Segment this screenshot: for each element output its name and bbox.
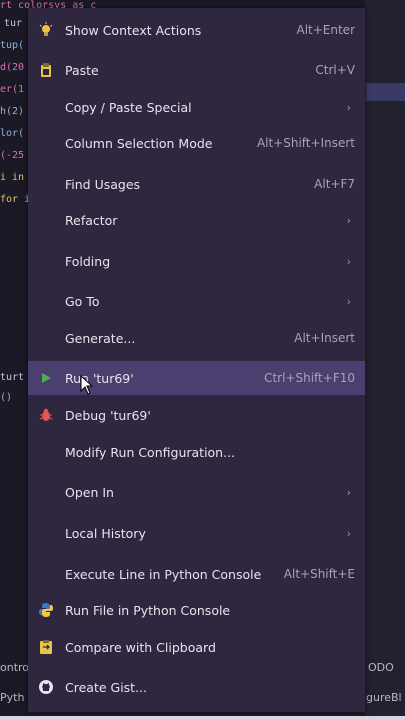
python-icon: [38, 602, 54, 618]
menu-item-create-gist[interactable]: Create Gist...: [28, 670, 365, 704]
menu-item-label: Paste: [65, 62, 99, 78]
menu-item-label: Run 'tur69': [65, 370, 134, 386]
menu-item-local-history[interactable]: Local History ›: [28, 516, 365, 550]
code-line[interactable]: er(1: [0, 84, 24, 95]
menu-item-label: Show Context Actions: [65, 22, 202, 38]
chevron-right-icon: ›: [346, 485, 351, 499]
menu-item-folding[interactable]: Folding ›: [28, 244, 365, 278]
chevron-right-icon: ›: [346, 254, 351, 268]
code-line[interactable]: d(20: [0, 62, 24, 73]
menu-item-shortcut: Ctrl+Shift+F10: [264, 371, 355, 385]
code-line[interactable]: h(2): [0, 106, 24, 117]
menu-item-label: Refactor: [65, 212, 118, 228]
menu-item-execute-line-console[interactable]: Execute Line in Python Console Alt+Shift+…: [28, 557, 365, 591]
bottom-edge: [0, 716, 405, 720]
clipboard-icon: [38, 62, 54, 78]
menu-item-shortcut: Alt+F7: [314, 177, 355, 191]
chevron-right-icon: ›: [346, 213, 351, 227]
github-icon: [38, 679, 54, 695]
menu-item-label: Open In: [65, 484, 114, 500]
menu-item-generate[interactable]: Generate... Alt+Insert: [28, 321, 365, 355]
menu-item-label: Go To: [65, 293, 100, 309]
code-line[interactable]: tur: [4, 18, 22, 29]
menu-item-label: Find Usages: [65, 176, 141, 192]
right-panel-selection: [366, 83, 405, 101]
chevron-right-icon: ›: [346, 526, 351, 540]
menu-item-show-context-actions[interactable]: Show Context Actions Alt+Enter: [28, 13, 365, 47]
context-menu: Show Context Actions Alt+Enter Paste Ctrl+V…: [28, 8, 365, 712]
menu-item-run-file-console[interactable]: Run File in Python Console: [28, 593, 365, 627]
menu-item-label: Column Selection Mode: [65, 135, 213, 151]
debug-icon: [38, 407, 54, 423]
menu-item-paste[interactable]: Paste Ctrl+V: [28, 53, 365, 87]
menu-item-label: Run File in Python Console: [65, 602, 231, 618]
code-line[interactable]: (-25: [0, 150, 24, 161]
menu-item-label: Compare with Clipboard: [65, 639, 216, 655]
menu-item-label: Execute Line in Python Console: [65, 566, 262, 582]
menu-item-find-usages[interactable]: Find Usages Alt+F7: [28, 167, 365, 201]
bottom-right-label-2: gureBl: [366, 691, 402, 704]
code-line[interactable]: tup(: [0, 40, 24, 51]
menu-item-shortcut: Alt+Insert: [294, 331, 355, 345]
lightbulb-icon: [38, 22, 54, 38]
mouse-cursor-icon: [80, 375, 94, 395]
bottom-right-label-1: ODO: [368, 661, 394, 674]
menu-item-shortcut: Alt+Shift+Insert: [256, 136, 355, 150]
menu-item-modify-run-configuration[interactable]: Modify Run Configuration...: [28, 435, 365, 469]
code-line[interactable]: i in: [0, 172, 24, 183]
bottom-left-label-2: Pyth: [0, 691, 25, 704]
menu-item-run[interactable]: Run 'tur69' Ctrl+Shift+F10: [28, 361, 365, 395]
menu-item-copy-paste-special[interactable]: Copy / Paste Special ›: [28, 90, 365, 124]
menu-item-label: Folding: [65, 253, 111, 269]
menu-item-shortcut: Alt+Shift+E: [283, 567, 355, 581]
menu-item-refactor[interactable]: Refactor ›: [28, 203, 365, 237]
code-line[interactable]: for i: [0, 194, 30, 205]
menu-item-label: Local History: [65, 525, 146, 541]
menu-item-shortcut: Ctrl+V: [315, 63, 355, 77]
menu-item-debug[interactable]: Debug 'tur69': [28, 398, 365, 432]
menu-item-column-selection-mode[interactable]: Column Selection Mode Alt+Shift+Insert: [28, 126, 365, 160]
chevron-right-icon: ›: [346, 100, 351, 114]
menu-item-label: Copy / Paste Special: [65, 99, 192, 115]
menu-item-open-in[interactable]: Open In ›: [28, 475, 365, 509]
bottom-left-label-1: ontro: [0, 661, 30, 674]
menu-item-label: Debug 'tur69': [65, 407, 151, 423]
code-line[interactable]: lor(: [0, 128, 24, 139]
menu-item-go-to[interactable]: Go To ›: [28, 284, 365, 318]
run-icon: [38, 370, 54, 386]
menu-item-compare-clipboard[interactable]: Compare with Clipboard: [28, 630, 365, 664]
menu-item-label: Generate...: [65, 330, 136, 346]
menu-item-label: Modify Run Configuration...: [65, 444, 236, 460]
menu-item-shortcut: Alt+Enter: [296, 23, 355, 37]
code-line[interactable]: turt: [0, 372, 24, 383]
code-line[interactable]: (): [0, 392, 12, 403]
chevron-right-icon: ›: [346, 294, 351, 308]
compare-icon: [38, 639, 54, 655]
menu-item-label: Create Gist...: [65, 679, 148, 695]
right-panel: [365, 0, 405, 720]
